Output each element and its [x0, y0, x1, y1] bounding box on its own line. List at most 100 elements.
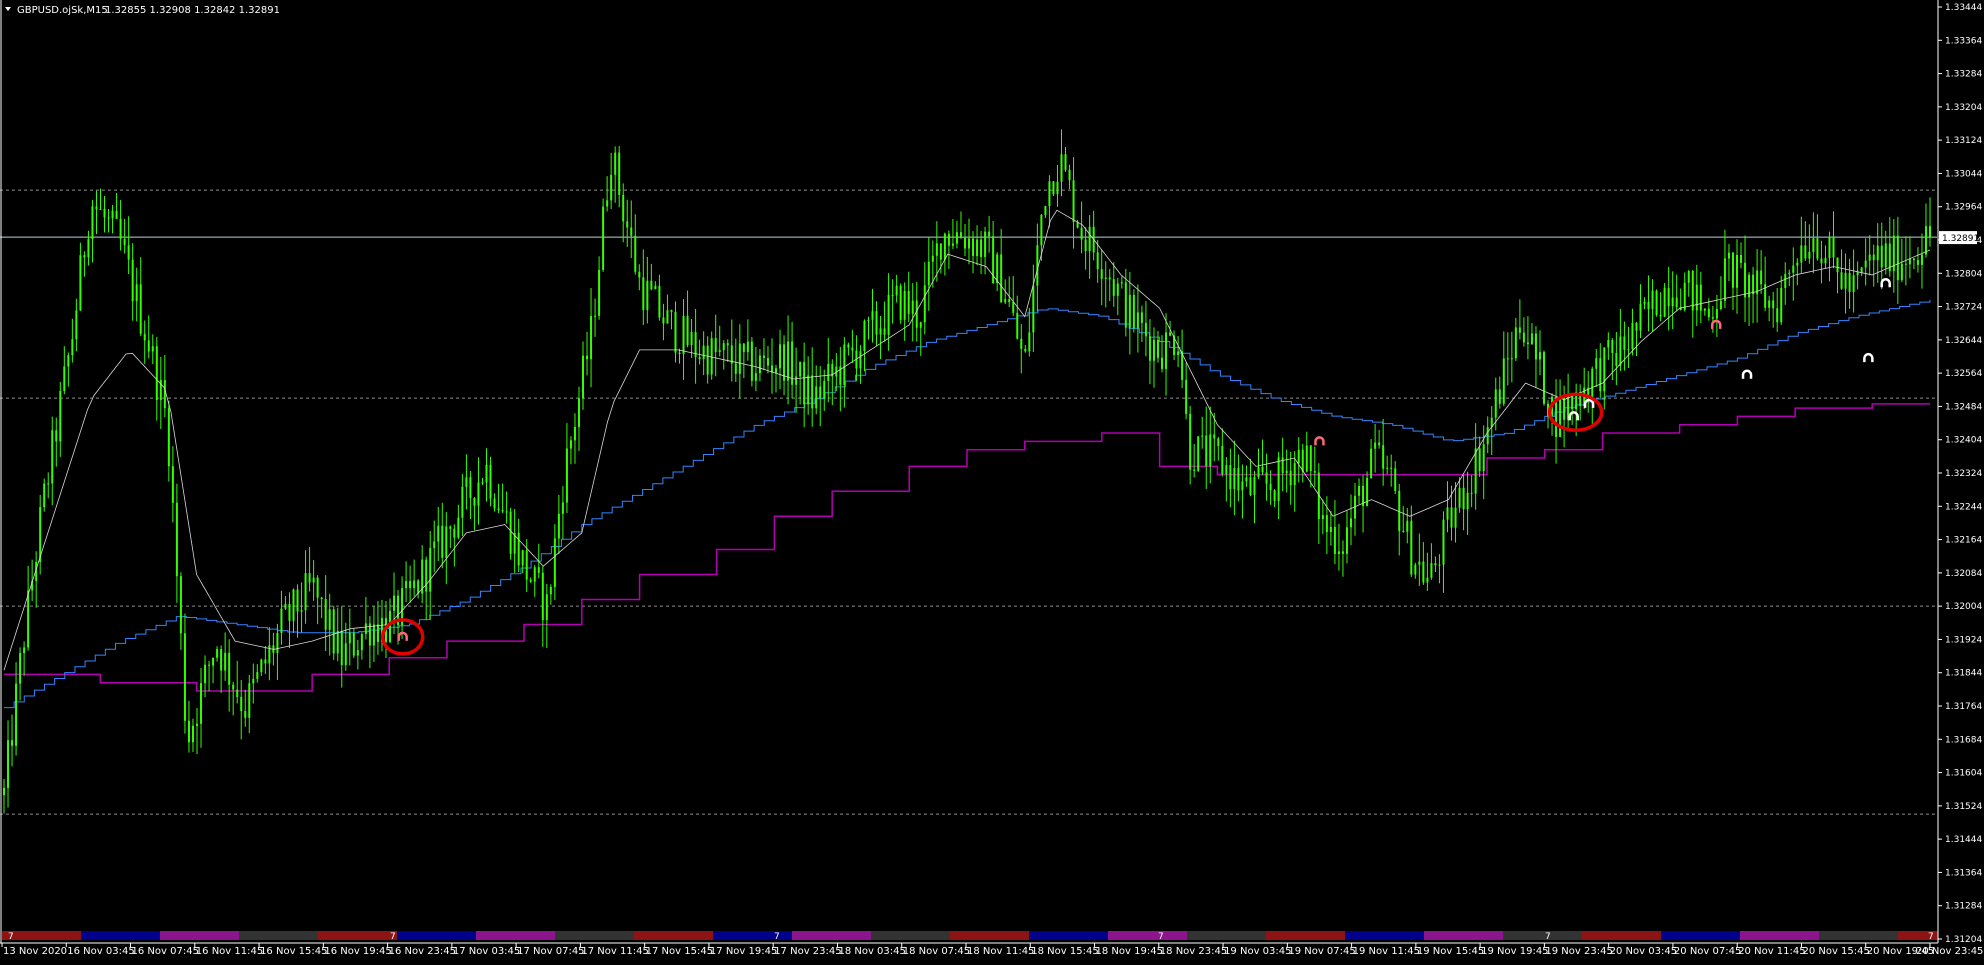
- session-label: 7: [8, 932, 14, 942]
- candle-body: [984, 231, 987, 257]
- candle-body: [951, 243, 954, 246]
- session-segment: [1661, 931, 1740, 940]
- candle-body: [232, 684, 235, 690]
- time-axis[interactable]: 13 Nov 2020 16 Nov 03:4516 Nov 07:4516 No…: [1, 943, 1983, 957]
- candle-body: [127, 245, 130, 260]
- candle-body: [557, 513, 560, 539]
- candle-body: [1241, 481, 1244, 491]
- candle-body: [1848, 272, 1851, 292]
- time-tick-label: 17 Nov 07:45: [517, 946, 584, 957]
- candle-body: [1924, 226, 1927, 255]
- candle-body: [634, 235, 637, 272]
- candle-body: [292, 589, 295, 621]
- candle-body: [762, 355, 765, 359]
- candle-body: [1213, 434, 1216, 439]
- candle-body: [1912, 258, 1915, 261]
- candle-body: [1140, 312, 1143, 323]
- candle-body: [163, 380, 166, 409]
- candle-body: [1715, 309, 1718, 319]
- session-segment: [1424, 931, 1503, 940]
- session-segment: [1740, 931, 1819, 940]
- candle-body: [1820, 258, 1823, 264]
- price-axis[interactable]: 1.33444 1.33364 1.33284 1.33204 1.33124 1.330…: [1938, 3, 1982, 945]
- candle-body: [1731, 252, 1734, 288]
- candle-body: [1293, 463, 1296, 486]
- candle-body: [1301, 449, 1304, 472]
- candle-body: [1161, 357, 1164, 369]
- time-tick-label: 19 Nov 03:45: [1224, 946, 1291, 957]
- candle-body: [1502, 358, 1505, 404]
- candle-body: [594, 315, 597, 317]
- candle-body: [1386, 467, 1389, 469]
- candle-body: [1016, 312, 1019, 339]
- candle-body: [819, 386, 822, 399]
- price-tick-label: 1.33284: [1945, 70, 1982, 80]
- candle-body: [228, 652, 231, 685]
- price-chart[interactable]: 7 7 7 7 7 7 1.33444 1.33364 1.33284 1.33204 1.331…: [0, 0, 1984, 961]
- candle-body: [115, 210, 118, 219]
- candle-body: [586, 355, 589, 360]
- candle-body: [441, 525, 444, 558]
- candle-body: [734, 363, 737, 374]
- candle-body: [252, 678, 255, 684]
- time-tick-label: 17 Nov 11:45: [581, 946, 648, 957]
- ohlc-values: 1.32855 1.32908 1.32842 1.32891: [105, 5, 280, 16]
- candle-body: [1024, 348, 1027, 352]
- candle-body: [750, 341, 753, 381]
- candle-body: [1740, 255, 1743, 263]
- candle-body: [59, 390, 62, 442]
- candle-body: [212, 657, 215, 666]
- candle-body: [175, 502, 178, 577]
- candle-body: [19, 653, 22, 684]
- candle-body: [1872, 254, 1875, 261]
- candle-body: [646, 280, 649, 311]
- candle-body: [1691, 270, 1694, 311]
- time-tick-label: 17 Nov 23:45: [774, 946, 841, 957]
- candle-body: [437, 525, 440, 542]
- candle-body: [445, 526, 448, 558]
- candle-body: [710, 338, 713, 375]
- candle-body: [1800, 245, 1803, 263]
- candle-body: [509, 511, 512, 554]
- time-tick-label: 17 Nov 19:45: [710, 946, 777, 957]
- candle-body: [758, 355, 761, 374]
- candle-body: [256, 672, 259, 679]
- candle-body: [208, 664, 211, 666]
- price-tick-label: 1.31284: [1945, 902, 1982, 912]
- session-segment: [160, 931, 239, 940]
- candle-body: [1418, 561, 1421, 565]
- candle-body: [883, 328, 886, 335]
- candle-body: [1723, 258, 1726, 301]
- time-tick-label: 18 Nov 11:45: [967, 946, 1034, 957]
- candle-body: [1189, 413, 1192, 470]
- session-segment: [1345, 931, 1424, 940]
- candle-body: [1136, 312, 1139, 329]
- price-tick-label: 1.33204: [1945, 103, 1982, 113]
- candle-body: [702, 345, 705, 360]
- candle-body: [1402, 531, 1405, 533]
- candle-body: [123, 238, 126, 246]
- time-tick-label: 13 Nov 2020: [3, 946, 67, 957]
- candle-body: [1832, 236, 1835, 258]
- candle-body: [1643, 301, 1646, 304]
- candle-body: [336, 630, 339, 654]
- candle-body: [682, 316, 685, 355]
- candle-body: [779, 344, 782, 369]
- candle-body: [1522, 332, 1525, 343]
- price-tick-label: 1.32804: [1945, 269, 1982, 279]
- candle-body: [939, 243, 942, 260]
- chart-window[interactable]: 7 7 7 7 7 7 1.33444 1.33364 1.33284 1.33204 1.331…: [0, 0, 1984, 961]
- candle-body: [1663, 288, 1666, 317]
- candle-body: [276, 632, 279, 653]
- session-segment: [1266, 931, 1345, 940]
- candle-body: [1506, 358, 1509, 360]
- candle-body: [517, 532, 520, 566]
- candle-body: [1108, 277, 1111, 280]
- candle-body: [573, 426, 576, 441]
- candle-body: [1812, 238, 1815, 252]
- candle-body: [111, 210, 114, 219]
- candle-body: [27, 590, 30, 648]
- session-segment: [950, 931, 1029, 940]
- candle-body: [1599, 358, 1602, 392]
- candle-body: [1305, 445, 1308, 472]
